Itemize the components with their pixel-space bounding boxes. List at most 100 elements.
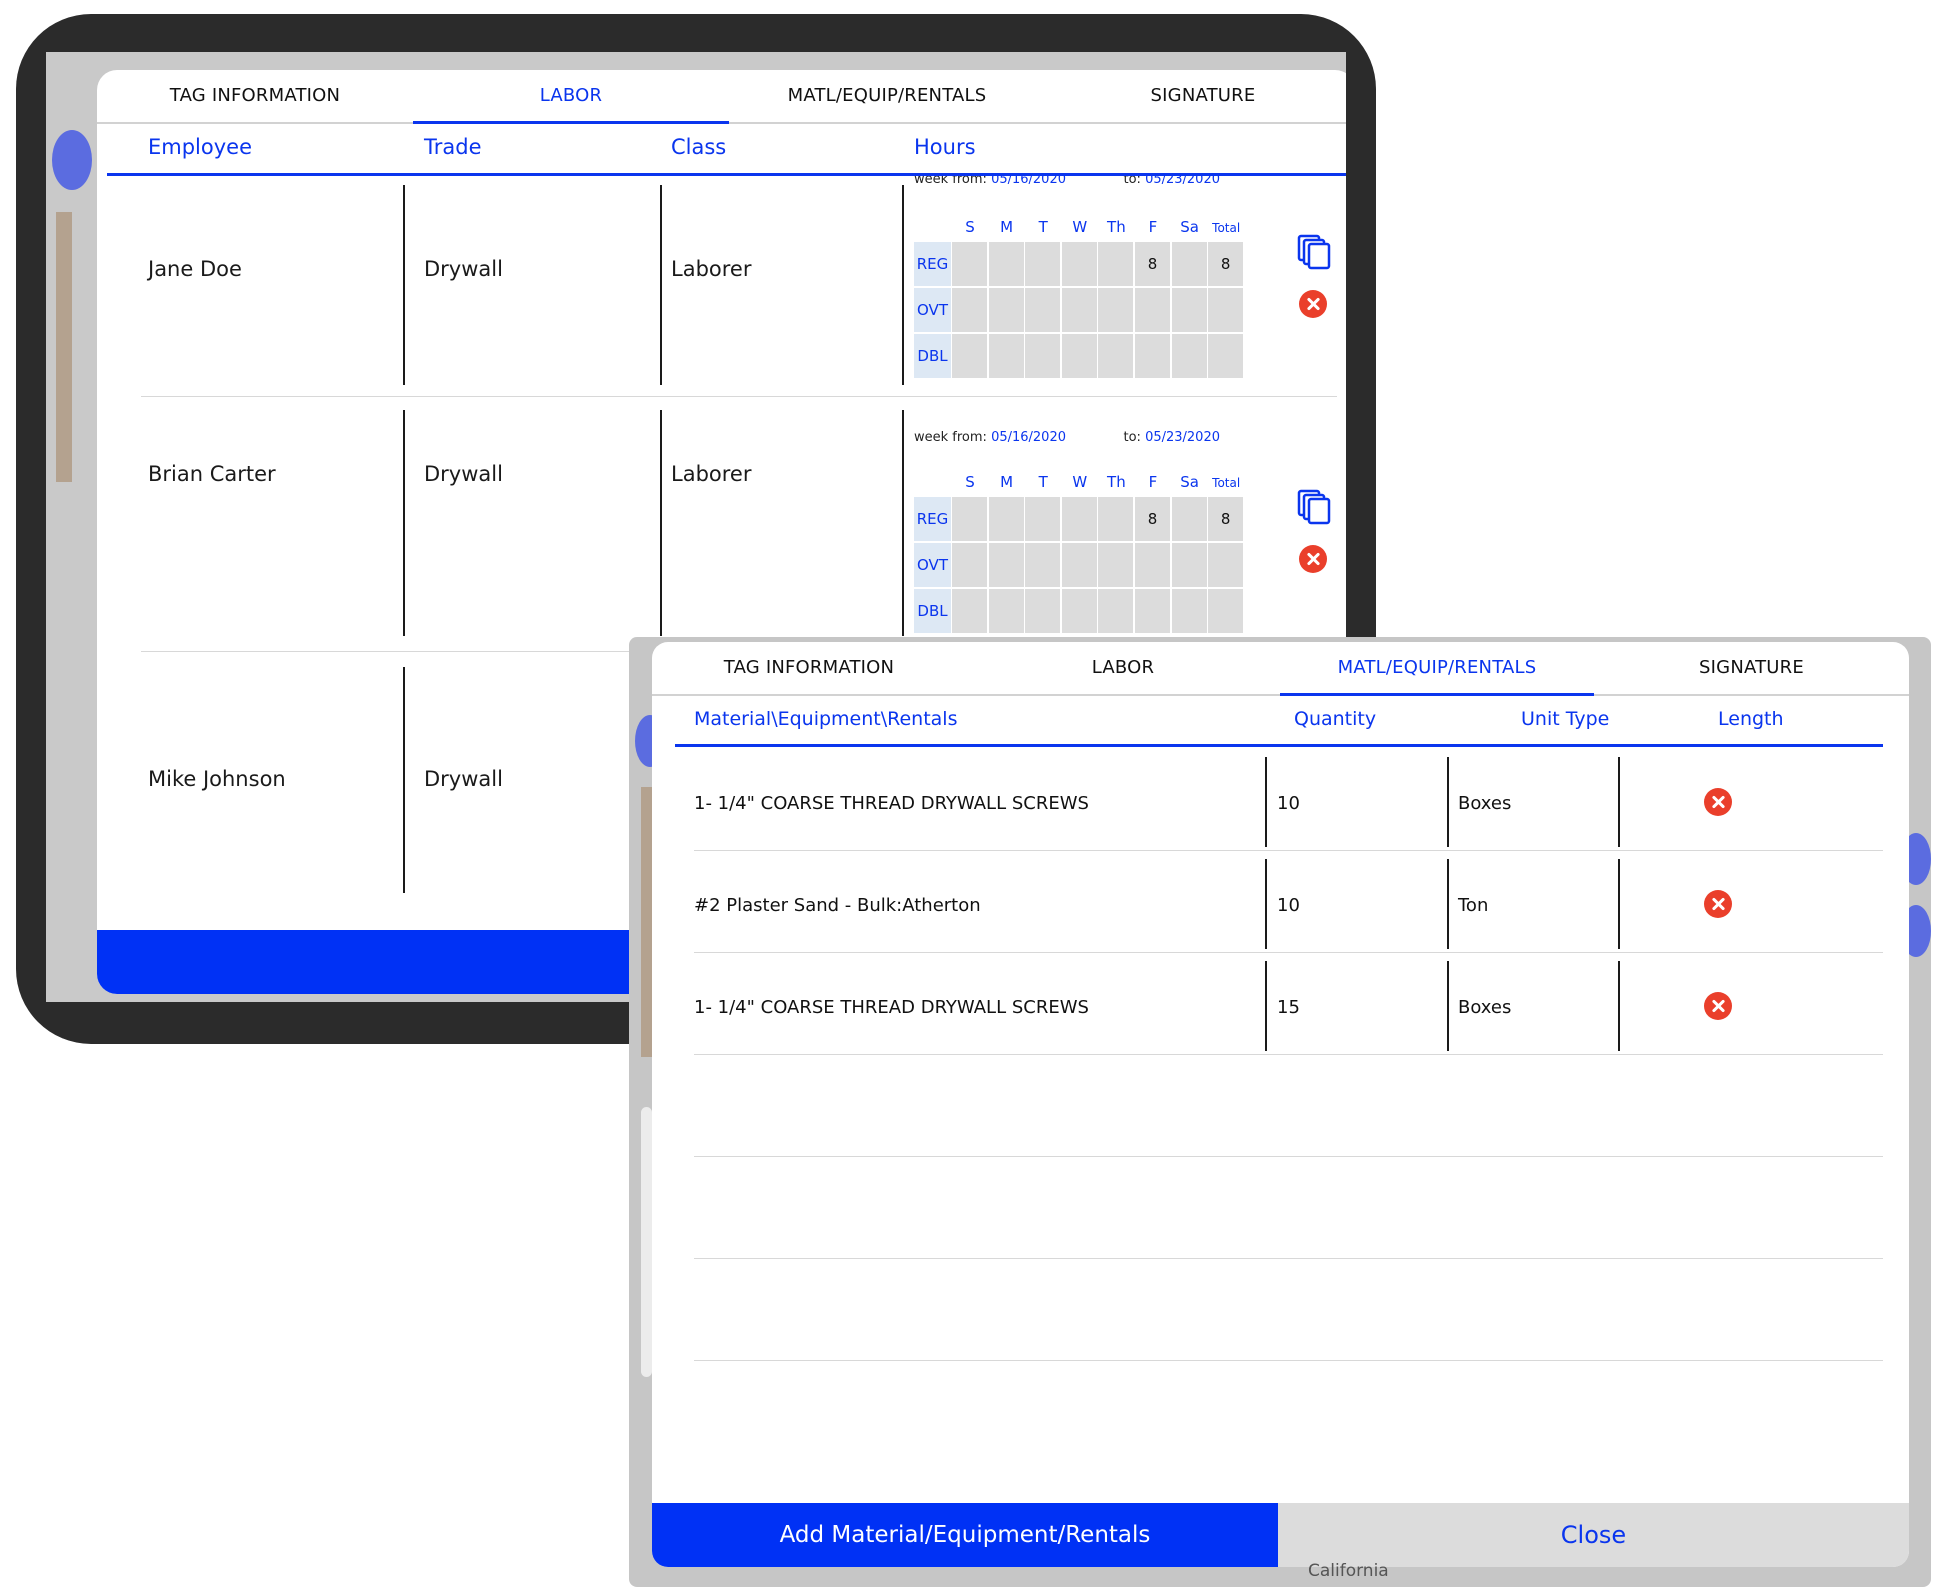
delete-icon[interactable]: [1299, 290, 1327, 318]
week-range: week from: 05/16/2020 to: 05/23/2020: [914, 430, 1220, 450]
tab-tag-information[interactable]: TAG INFORMATION: [97, 70, 413, 122]
hours-cell[interactable]: [1025, 543, 1061, 587]
row-divider: [694, 952, 1883, 953]
hours-cell[interactable]: [1025, 334, 1061, 378]
week-to-date[interactable]: 05/23/2020: [1145, 430, 1220, 445]
week-to-label: to:: [1123, 430, 1141, 445]
day-header: M: [1000, 218, 1014, 236]
week-to-date[interactable]: 05/23/2020: [1145, 176, 1220, 187]
week-from-label: week from:: [914, 430, 987, 445]
hours-cell[interactable]: [1135, 288, 1170, 332]
delete-icon[interactable]: [1704, 992, 1732, 1020]
hours-cell[interactable]: 8: [1135, 497, 1170, 541]
tab-labor[interactable]: LABOR: [413, 70, 729, 124]
week-from: week from: 05/16/2020: [914, 176, 1066, 187]
day-header: M: [1000, 473, 1014, 491]
add-material-button[interactable]: Add Material/Equipment/Rentals: [652, 1503, 1278, 1567]
hours-cell[interactable]: [1061, 288, 1097, 332]
day-header: W: [1072, 218, 1088, 236]
hours-cell[interactable]: [988, 589, 1024, 633]
hours-cell[interactable]: [1061, 589, 1097, 633]
hours-cell[interactable]: [1098, 334, 1134, 378]
tab-matl-equip-rentals[interactable]: MATL/EQUIP/RENTALS: [729, 70, 1045, 122]
hours-cell[interactable]: [1025, 497, 1061, 541]
copy-icon[interactable]: [1297, 489, 1331, 525]
hours-row-label: DBL: [914, 334, 951, 378]
column-header-employee: Employee: [148, 135, 253, 159]
hours-cell[interactable]: [952, 589, 987, 633]
hours-cell[interactable]: [952, 334, 987, 378]
week-from-date[interactable]: 05/16/2020: [991, 430, 1066, 445]
hours-cell[interactable]: [1098, 242, 1134, 286]
tab-tag-information[interactable]: TAG INFORMATION: [652, 642, 966, 694]
background-button: [52, 130, 92, 190]
week-from-date[interactable]: 05/16/2020: [991, 176, 1066, 187]
tab-signature[interactable]: SIGNATURE: [1594, 642, 1909, 694]
hours-cell[interactable]: [1171, 334, 1207, 378]
column-divider: [1447, 757, 1449, 847]
hours-cell[interactable]: [952, 543, 987, 587]
delete-icon[interactable]: [1299, 545, 1327, 573]
tab-matl-equip-rentals[interactable]: MATL/EQUIP/RENTALS: [1280, 642, 1594, 696]
day-header: F: [1148, 473, 1158, 491]
hours-cell[interactable]: [1061, 242, 1097, 286]
hours-cell[interactable]: [1025, 288, 1061, 332]
hours-cell[interactable]: [988, 543, 1024, 587]
hours-total-cell: [1208, 334, 1244, 378]
hours-cell[interactable]: [1135, 543, 1170, 587]
background-image: [641, 787, 652, 1057]
hours-cell[interactable]: [1098, 589, 1134, 633]
hours-cell[interactable]: [1098, 288, 1134, 332]
hours-row-label: OVT: [914, 543, 951, 587]
hours-cell[interactable]: [1135, 589, 1170, 633]
tab-signature[interactable]: SIGNATURE: [1045, 70, 1346, 122]
material-name: 1- 1/4" COARSE THREAD DRYWALL SCREWS: [694, 997, 1089, 1018]
week-from-label: week from:: [914, 176, 987, 187]
hours-cell[interactable]: [952, 497, 987, 541]
hours-cell[interactable]: [1171, 589, 1207, 633]
hours-cell[interactable]: [988, 334, 1024, 378]
hours-cell[interactable]: [1061, 497, 1097, 541]
row-divider: [694, 1156, 1883, 1157]
trade-name: Drywall: [424, 257, 503, 281]
tab-labor[interactable]: LABOR: [966, 642, 1280, 694]
column-header-class: Class: [671, 135, 727, 159]
header-rule: [675, 744, 1883, 747]
hours-cell[interactable]: [1135, 334, 1170, 378]
hours-cell[interactable]: [1098, 543, 1134, 587]
material-unit: Boxes: [1458, 997, 1512, 1018]
column-divider: [902, 185, 904, 385]
hours-cell[interactable]: [988, 242, 1024, 286]
hours-cell[interactable]: [1061, 334, 1097, 378]
hours-cell[interactable]: [1171, 242, 1207, 286]
hours-cell[interactable]: [988, 497, 1024, 541]
day-header: S: [965, 473, 975, 491]
day-header: W: [1072, 473, 1088, 491]
copy-icon[interactable]: [1297, 234, 1331, 270]
hours-cell[interactable]: [952, 288, 987, 332]
day-header: F: [1148, 218, 1158, 236]
hours-cell[interactable]: [1025, 242, 1061, 286]
day-header: T: [1038, 218, 1048, 236]
hours-row-label: OVT: [914, 288, 951, 332]
hours-cell[interactable]: [1025, 589, 1061, 633]
trade-name: Drywall: [424, 462, 503, 486]
hours-cell[interactable]: [988, 288, 1024, 332]
column-header-material: Material\Equipment\Rentals: [694, 708, 958, 730]
hours-cell[interactable]: [1171, 288, 1207, 332]
delete-icon[interactable]: [1704, 890, 1732, 918]
hours-cell[interactable]: [1171, 543, 1207, 587]
material-quantity: 10: [1277, 793, 1300, 814]
row-divider: [694, 1054, 1883, 1055]
hours-cell[interactable]: [1061, 543, 1097, 587]
close-button[interactable]: Close: [1278, 1503, 1909, 1567]
background-card: [641, 1107, 652, 1377]
hours-cell[interactable]: [1098, 497, 1134, 541]
hours-cell[interactable]: [952, 242, 987, 286]
material-quantity: 15: [1277, 997, 1300, 1018]
hours-cell[interactable]: 8: [1135, 242, 1170, 286]
hours-cell[interactable]: [1171, 497, 1207, 541]
labor-tab-bar: TAG INFORMATION LABOR MATL/EQUIP/RENTALS…: [97, 70, 1346, 124]
column-divider: [902, 410, 904, 636]
delete-icon[interactable]: [1704, 788, 1732, 816]
